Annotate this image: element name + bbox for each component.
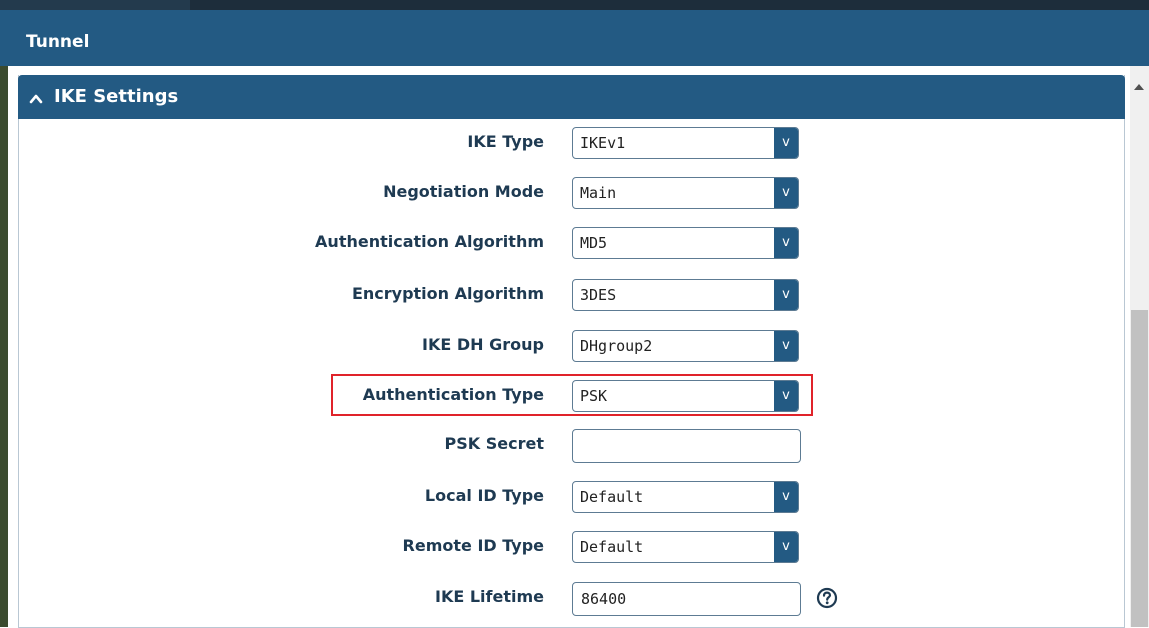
ike-settings-header[interactable]: IKE Settings [18, 75, 1125, 119]
field-row-ike-dh-group: IKE DH Group DHgroup2 v [0, 325, 1149, 365]
field-label: Encryption Algorithm [351, 284, 544, 303]
select-value: MD5 [580, 234, 608, 252]
field-label: Authentication Algorithm [315, 232, 544, 251]
select-value: 3DES [580, 286, 617, 304]
authentication-algorithm-select[interactable]: MD5 v [572, 227, 799, 259]
field-row-authentication-algorithm: Authentication Algorithm MD5 v [0, 222, 1149, 262]
dropdown-arrow-icon[interactable]: v [774, 532, 798, 562]
field-label: Authentication Type [362, 385, 544, 404]
select-value: Default [580, 488, 644, 506]
top-strip-fragment [0, 0, 190, 10]
field-row-encryption-algorithm: Encryption Algorithm 3DES v [0, 274, 1149, 314]
field-label: Local ID Type [424, 486, 544, 505]
local-id-type-select[interactable]: Default v [572, 481, 799, 513]
input-value: 86400 [581, 590, 627, 608]
dropdown-arrow-icon[interactable]: v [774, 381, 798, 411]
field-label: Negotiation Mode [383, 182, 544, 201]
encryption-algorithm-select[interactable]: 3DES v [572, 279, 799, 311]
field-label: IKE Type [467, 132, 544, 151]
select-value: PSK [580, 387, 608, 405]
window-title: Tunnel [26, 32, 90, 52]
top-strip [0, 0, 1149, 10]
select-value: Default [580, 538, 644, 556]
field-row-ike-type: IKE Type IKEv1 v [0, 122, 1149, 162]
question-circle-icon[interactable] [816, 587, 838, 609]
dropdown-arrow-icon[interactable]: v [774, 331, 798, 361]
field-label: IKE DH Group [422, 335, 544, 354]
select-value: Main [580, 184, 617, 202]
dropdown-arrow-icon[interactable]: v [774, 178, 798, 208]
dropdown-arrow-icon[interactable]: v [774, 128, 798, 158]
scrollbar-thumb[interactable] [1131, 310, 1148, 627]
negotiation-mode-select[interactable]: Main v [572, 177, 799, 209]
dropdown-arrow-icon[interactable]: v [774, 280, 798, 310]
remote-id-type-select[interactable]: Default v [572, 531, 799, 563]
field-row-remote-id-type: Remote ID Type Default v [0, 526, 1149, 566]
title-bar: Tunnel [0, 10, 1149, 66]
field-row-authentication-type: Authentication Type PSK v [0, 375, 1149, 415]
ike-lifetime-input[interactable]: 86400 [572, 582, 801, 616]
section-title: IKE Settings [54, 86, 179, 107]
dropdown-arrow-icon[interactable]: v [774, 228, 798, 258]
dropdown-arrow-icon[interactable]: v [774, 482, 798, 512]
field-label: IKE Lifetime [435, 587, 544, 606]
select-value: DHgroup2 [580, 337, 653, 355]
field-row-negotiation-mode: Negotiation Mode Main v [0, 172, 1149, 212]
field-row-ike-lifetime: IKE Lifetime 86400 [0, 577, 1149, 617]
field-label: PSK Secret [444, 434, 544, 453]
ike-dh-group-select[interactable]: DHgroup2 v [572, 330, 799, 362]
field-row-psk-secret: PSK Secret [0, 424, 1149, 464]
authentication-type-select[interactable]: PSK v [572, 380, 799, 412]
field-row-local-id-type: Local ID Type Default v [0, 476, 1149, 516]
field-label: Remote ID Type [402, 536, 544, 555]
scroll-up-arrow-icon[interactable] [1134, 84, 1144, 90]
select-value: IKEv1 [580, 134, 626, 152]
psk-secret-input[interactable] [572, 429, 801, 463]
ike-type-select[interactable]: IKEv1 v [572, 127, 799, 159]
chevron-up-icon[interactable] [29, 90, 43, 109]
